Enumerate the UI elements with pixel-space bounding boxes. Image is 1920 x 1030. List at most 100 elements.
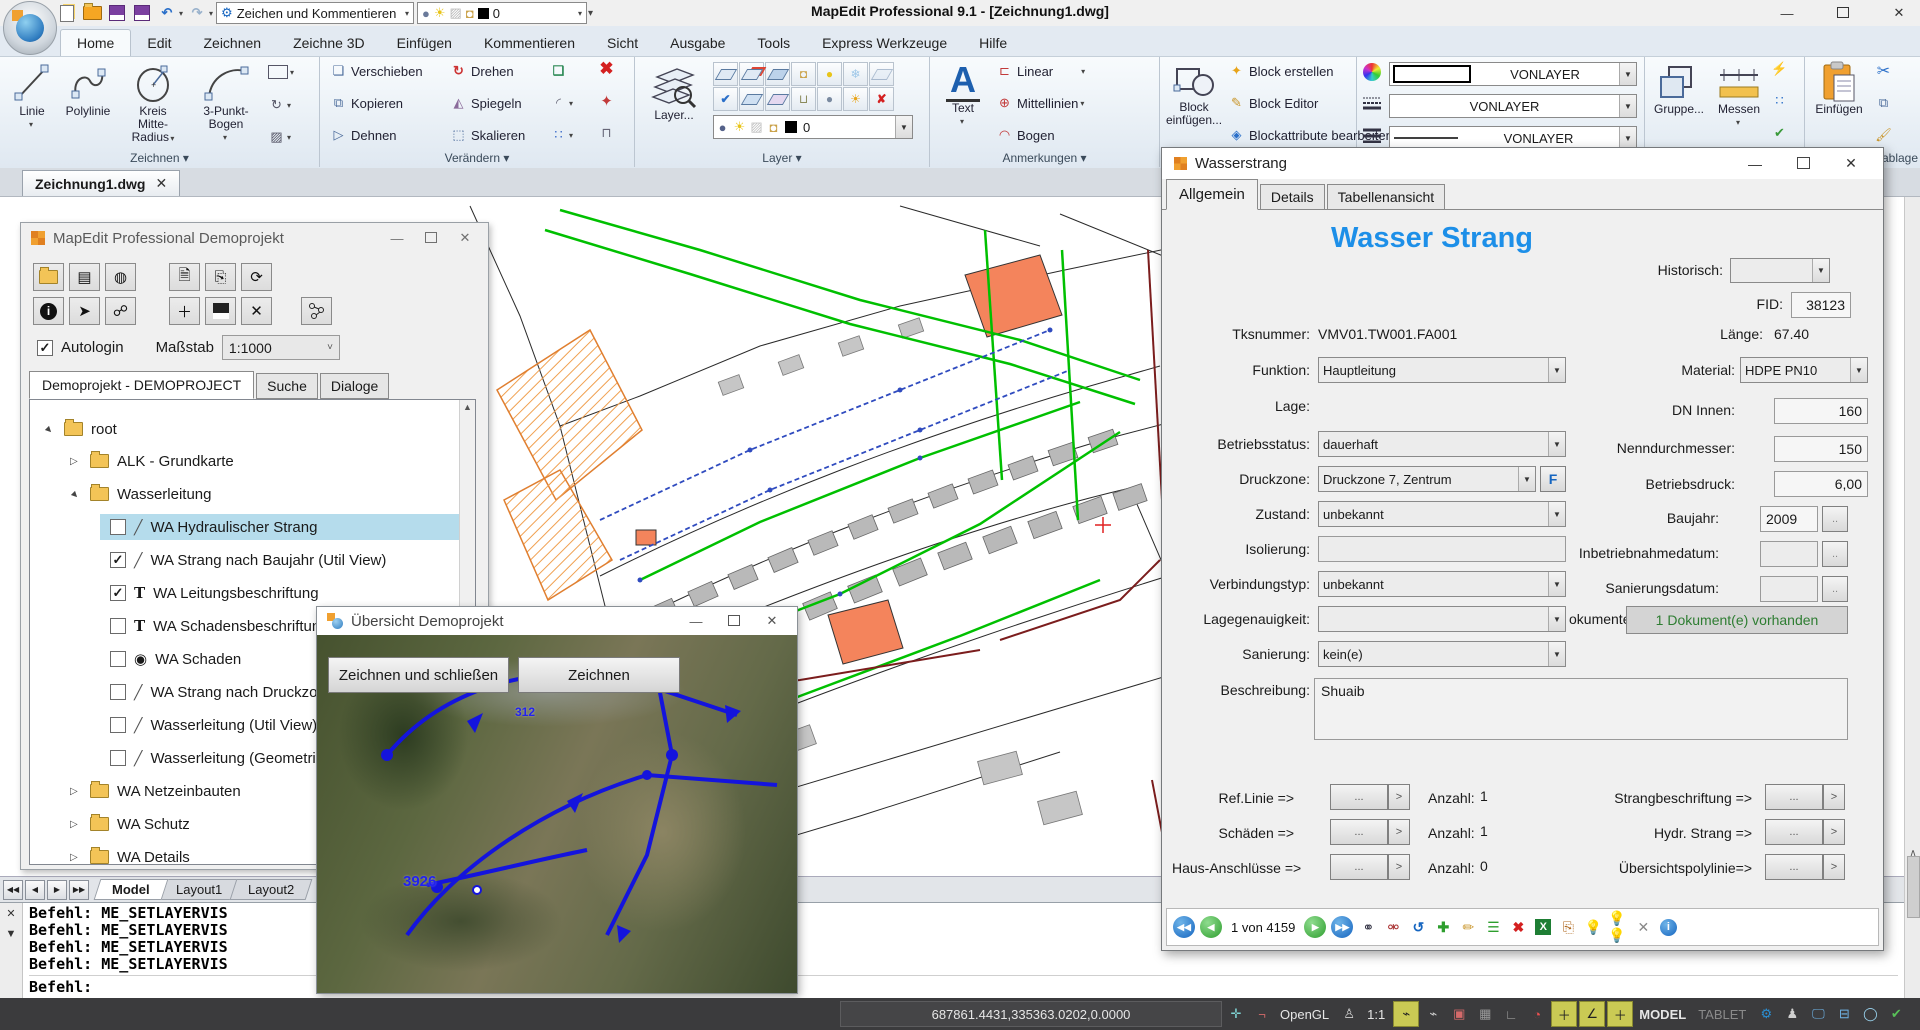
crosshair-icon[interactable]: ＋ — [1607, 1001, 1633, 1027]
first-layout-icon[interactable]: ◀◀ — [3, 880, 23, 900]
block-create-button[interactable]: ✦Block erstellen — [1228, 63, 1334, 79]
close-button[interactable]: ✕ — [1884, 5, 1914, 21]
collapsed-icon[interactable]: ▷ — [70, 852, 82, 863]
fillet-button[interactable]: ◜▾ — [550, 95, 573, 111]
linetype-icon[interactable] — [1363, 127, 1381, 143]
delete-record-icon[interactable]: ✖ — [1508, 917, 1528, 937]
layer-checkbox[interactable] — [110, 750, 126, 766]
clipboard-icon[interactable]: ⎘ — [1558, 917, 1578, 937]
sanierung-combobox[interactable]: kein(e)▼ — [1318, 641, 1566, 667]
uebersichtspolylinie-dots-button[interactable]: ... — [1765, 854, 1823, 880]
uebersichtspolylinie-go-button[interactable]: > — [1823, 854, 1845, 880]
sanierungsdatum-picker-button[interactable]: .. — [1822, 576, 1848, 602]
hatch-button[interactable]: ▨▾ — [268, 129, 291, 145]
inbetriebnahme-field[interactable] — [1760, 541, 1818, 567]
group-label-zeichnen[interactable]: Zeichnen ▾ — [0, 151, 319, 165]
druckzone-combobox[interactable]: Druckzone 7, Zentrum▼ — [1318, 466, 1536, 492]
minimize-button[interactable]: — — [1772, 6, 1802, 21]
tab-tabellenansicht[interactable]: Tabellenansicht — [1327, 184, 1446, 210]
settings-gear-icon[interactable]: ⚙ — [1754, 1002, 1778, 1026]
ref-linie-dots-button[interactable]: ... — [1330, 784, 1388, 810]
list-icon[interactable]: ☰ — [1483, 917, 1503, 937]
uebersicht-minimize-icon[interactable]: — — [681, 614, 711, 629]
isolierung-field[interactable] — [1318, 536, 1566, 562]
explode-button[interactable]: ✦ — [598, 93, 615, 109]
tab-express-werkzeuge[interactable]: Express Werkzeuge — [806, 30, 963, 56]
color-wheel-icon[interactable] — [1363, 63, 1381, 81]
layer-walk-icon[interactable] — [765, 87, 790, 111]
tree-item-wasserleitung-geometrie[interactable]: ╱Wasserleitung (Geometrie) — [110, 745, 329, 771]
tree-item-details[interactable]: ▷WA Details — [70, 844, 190, 865]
tree-scroll-up-icon[interactable]: ▲ — [460, 400, 475, 412]
collapsed-icon[interactable]: ▷ — [70, 819, 82, 830]
topology-button[interactable] — [301, 297, 332, 325]
dialog-close-icon[interactable]: ✕ — [1831, 155, 1871, 172]
excel-export-icon[interactable]: X — [1533, 917, 1553, 937]
application-menu-button[interactable] — [3, 1, 57, 55]
layer-checkbox[interactable]: ✓ — [110, 585, 126, 601]
filter-button[interactable]: ⚡ — [1771, 61, 1788, 77]
save-icon[interactable] — [106, 3, 128, 23]
tab-hilfe[interactable]: Hilfe — [963, 30, 1023, 56]
tab-details[interactable]: Details — [1260, 184, 1325, 210]
line-button[interactable]: Linie▾ — [8, 61, 56, 131]
tree-item-hydraulischer-strang[interactable]: ╱WA Hydraulischer Strang — [110, 514, 317, 540]
tab-edit[interactable]: Edit — [131, 30, 187, 56]
layer-freeze-icon[interactable]: ❄ — [843, 62, 868, 86]
ref-linie-go-button[interactable]: > — [1388, 784, 1410, 810]
lineweight-icon[interactable] — [1363, 95, 1381, 111]
tab-einfuegen[interactable]: Einfügen — [381, 30, 468, 56]
tab-suche[interactable]: Suche — [256, 373, 318, 399]
uebersicht-title-bar[interactable]: Übersicht Demoprojekt — ✕ — [317, 607, 797, 636]
dokumente-button[interactable]: 1 Dokument(e) vorhanden — [1626, 606, 1848, 634]
beschreibung-textarea[interactable]: Shuaib — [1314, 678, 1848, 740]
undo-icon[interactable]: ↶ — [156, 3, 178, 23]
betriebsstatus-combobox[interactable]: dauerhaft▼ — [1318, 431, 1566, 457]
lineweight-combobox[interactable]: VONLAYER▼ — [1389, 94, 1637, 118]
baujahr-picker-button[interactable]: .. — [1822, 506, 1848, 532]
rotate-button[interactable]: ↻Drehen — [450, 63, 514, 79]
autologin-checkbox[interactable]: ✓ — [37, 340, 53, 356]
druckzone-f-button[interactable]: F — [1540, 466, 1566, 492]
hydr-strang-dots-button[interactable]: ... — [1765, 819, 1823, 845]
status-ok-icon[interactable]: ✔ — [1884, 1002, 1908, 1026]
revision-cloud-button[interactable]: ↻▾ — [268, 97, 291, 113]
tree-item-schaden[interactable]: ◉WA Schaden — [110, 646, 241, 672]
strangbeschriftung-dots-button[interactable]: ... — [1765, 784, 1823, 810]
uebersicht-maximize-icon[interactable] — [719, 614, 749, 629]
haus-anschluesse-go-button[interactable]: > — [1388, 854, 1410, 880]
snap-marker-icon[interactable]: ✛ — [1224, 1002, 1248, 1026]
dn-innen-field[interactable]: 160 — [1774, 398, 1868, 424]
tree-item-strang-nach-druckzonen[interactable]: ╱WA Strang nach Druckzonen — [110, 679, 342, 705]
add-record-icon[interactable]: ✚ — [1433, 917, 1453, 937]
refresh-icon[interactable]: ↺ — [1408, 917, 1428, 937]
highlight-all-icon[interactable]: 💡💡 — [1608, 917, 1628, 937]
workspace-combobox[interactable]: ⚙ Zeichen und Kommentieren ▾ — [216, 2, 414, 24]
dialog-minimize-icon[interactable]: — — [1735, 156, 1775, 172]
first-record-button[interactable]: ◀◀ — [1173, 916, 1195, 938]
tab-allgemein[interactable]: Allgemein — [1166, 179, 1258, 210]
tree-item-schutz[interactable]: ▷WA Schutz — [70, 811, 190, 837]
doc-export-button[interactable]: ⎘ — [205, 263, 236, 291]
layer-thaw-icon[interactable]: ☀ — [843, 87, 868, 111]
tab-tools[interactable]: Tools — [741, 30, 806, 56]
move-button[interactable]: ❏Verschieben — [330, 63, 423, 79]
array-button[interactable]: ∷▾ — [550, 127, 573, 143]
layer-current-icon[interactable]: ✔ — [713, 87, 738, 111]
material-combobox[interactable]: HDPE PN10▼ — [1740, 357, 1868, 383]
nenndurchmesser-field[interactable]: 150 — [1774, 436, 1868, 462]
funktion-combobox[interactable]: Hauptleitung▼ — [1318, 357, 1566, 383]
haus-anschluesse-dots-button[interactable]: ... — [1330, 854, 1388, 880]
tab-sicht[interactable]: Sicht — [591, 30, 654, 56]
layer-checkbox[interactable]: ✓ — [110, 552, 126, 568]
collapsed-icon[interactable]: ▷ — [70, 456, 82, 467]
redo-dropdown[interactable]: ▾ — [209, 9, 213, 18]
tab-zeichnen[interactable]: Zeichnen — [187, 30, 277, 56]
schaeden-dots-button[interactable]: ... — [1330, 819, 1388, 845]
command-expand-icon[interactable]: ▼ — [6, 928, 17, 940]
next-record-button[interactable]: ▶ — [1304, 916, 1326, 938]
inbetriebnahme-picker-button[interactable]: .. — [1822, 541, 1848, 567]
refresh-button[interactable]: ⟳ — [241, 263, 272, 291]
document-tab[interactable]: Zeichnung1.dwg ✕ — [22, 170, 180, 196]
cut-icon[interactable]: ✂ — [1875, 63, 1892, 79]
